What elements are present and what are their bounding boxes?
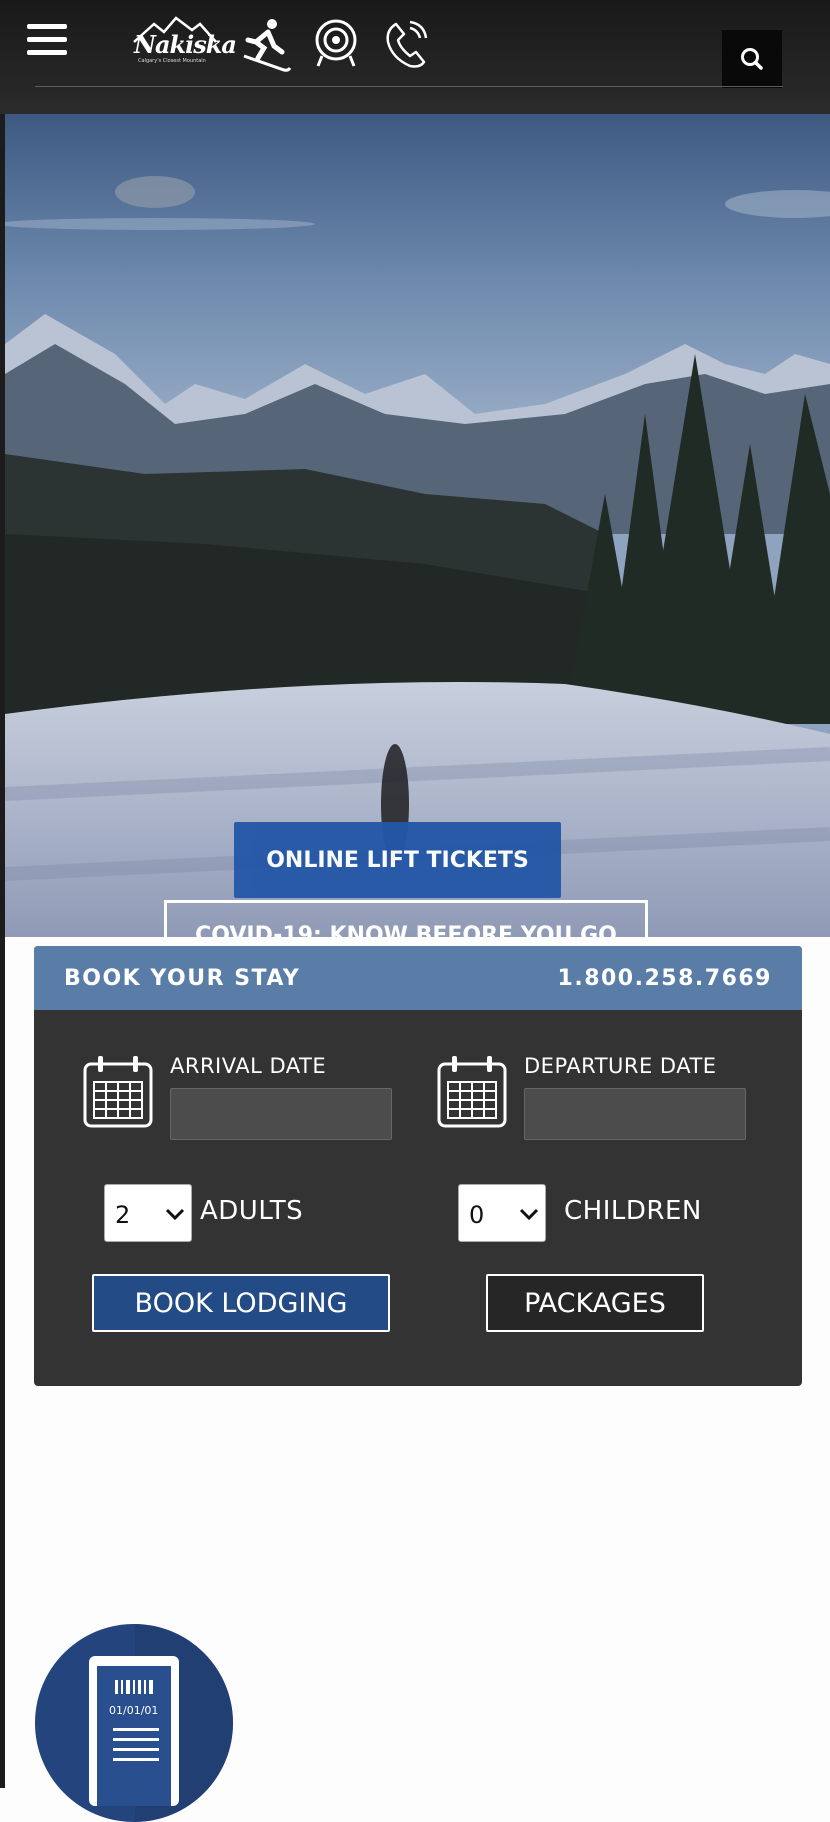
mountain-landscape-image [5, 114, 830, 937]
book-your-stay-panel: BOOK YOUR STAY 1.800.258.7669 ARRIVAL DA… [34, 946, 802, 1386]
covid-know-before-you-go-button[interactable]: COVID-19: KNOW BEFORE YOU GO [164, 900, 648, 937]
children-label: CHILDREN [564, 1196, 702, 1226]
hamburger-menu-icon[interactable] [27, 24, 67, 60]
calendar-icon[interactable] [436, 1054, 508, 1130]
lift-ticket-promo-icon[interactable]: 01/01/01 [35, 1624, 233, 1822]
children-select-value: 0 [469, 1201, 485, 1229]
booking-header: BOOK YOUR STAY 1.800.258.7669 [34, 946, 802, 1010]
book-lodging-button[interactable]: BOOK LODGING [92, 1274, 390, 1332]
booking-phone-link[interactable]: 1.800.258.7669 [558, 966, 772, 991]
phone-icon[interactable] [380, 16, 434, 74]
search-button[interactable] [722, 30, 782, 88]
adults-select-value: 2 [115, 1201, 131, 1229]
adults-label: ADULTS [200, 1196, 304, 1226]
arrival-date-input[interactable] [170, 1088, 392, 1140]
nakiska-logo[interactable]: Nakiska Calgary's Closest Mountain [132, 14, 237, 66]
ski-icon[interactable] [238, 16, 292, 74]
booking-title: BOOK YOUR STAY [64, 966, 301, 991]
ticket-date-text: 01/01/01 [109, 1704, 159, 1717]
children-select[interactable]: 0 [458, 1184, 546, 1242]
hero-image: ONLINE LIFT TICKETS COVID-19: KNOW BEFOR… [5, 114, 830, 937]
departure-date-input[interactable] [524, 1088, 746, 1140]
lift-icon[interactable] [310, 16, 364, 74]
calendar-icon[interactable] [82, 1054, 154, 1130]
site-header: Nakiska Calgary's Closest Mountain [0, 0, 830, 114]
packages-button[interactable]: PACKAGES [486, 1274, 704, 1332]
chevron-down-icon [519, 1208, 539, 1221]
departure-date-label: DEPARTURE DATE [524, 1054, 717, 1078]
adults-select[interactable]: 2 [104, 1184, 192, 1242]
chevron-down-icon [165, 1208, 185, 1221]
logo-wordmark: Nakiska [134, 30, 237, 59]
search-icon [741, 48, 763, 70]
arrival-date-label: ARRIVAL DATE [170, 1054, 327, 1078]
header-divider [35, 86, 783, 87]
online-lift-tickets-button[interactable]: ONLINE LIFT TICKETS [234, 822, 561, 898]
logo-tagline: Calgary's Closest Mountain [138, 58, 206, 64]
